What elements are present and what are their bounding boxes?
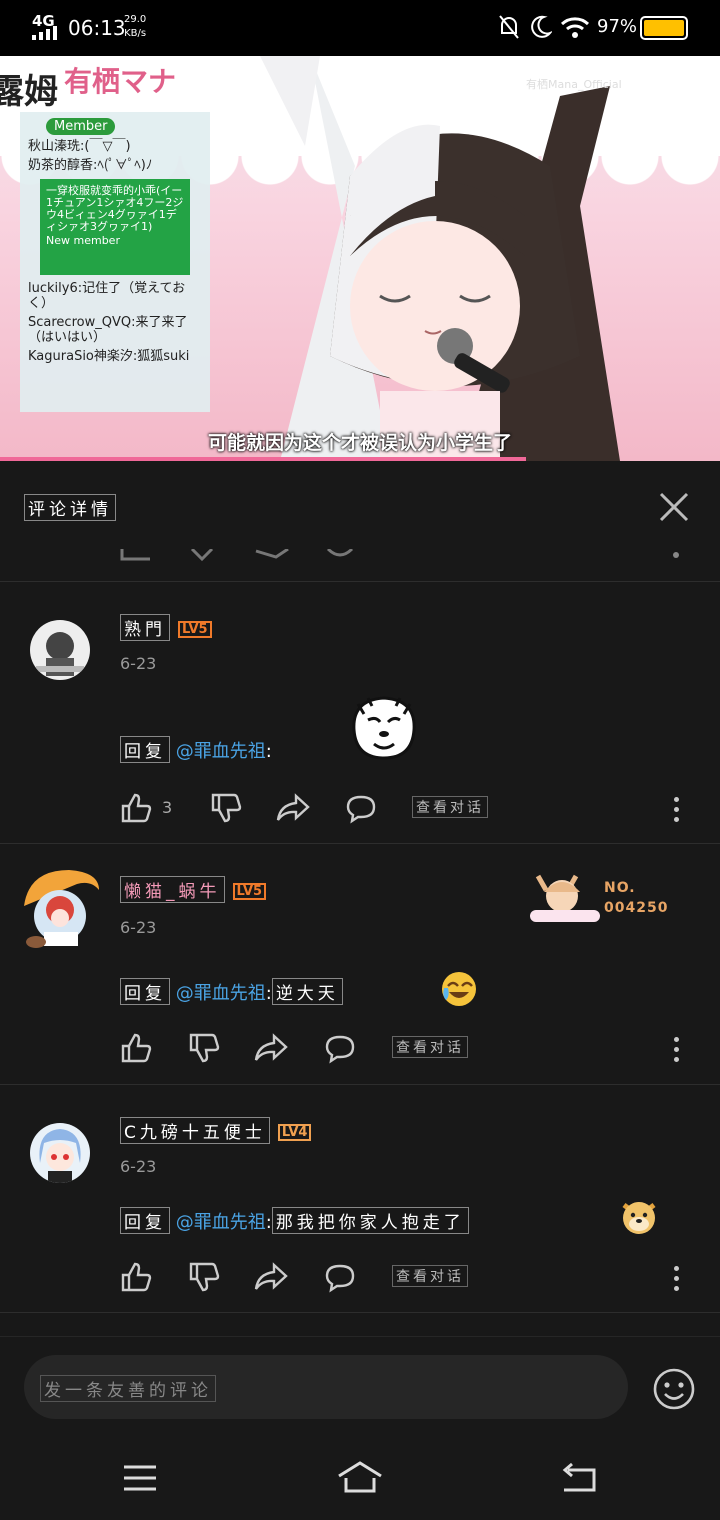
reply-icon[interactable]: [324, 1032, 356, 1064]
vtuber-character-image: [260, 56, 620, 461]
comment-date: 6-23: [120, 918, 157, 937]
close-icon[interactable]: [656, 489, 692, 525]
more-options-icon[interactable]: [674, 1037, 680, 1067]
like-count: 3: [162, 798, 173, 817]
reply-icon[interactable]: [345, 792, 377, 824]
mention-link[interactable]: @罪血先祖: [176, 1212, 266, 1233]
fan-nameplate: NO. 004250: [524, 866, 684, 926]
chat-line: 秋山溱珗:(￣▽￣): [28, 139, 131, 154]
comment-item: 懒猫_蜗牛LV5 NO. 004250 6-23 回复 @罪血先祖:逆大天: [0, 844, 720, 1084]
more-options-icon[interactable]: [674, 797, 680, 827]
wifi-icon: [560, 17, 590, 38]
username[interactable]: C九磅十五便士 LV4: [120, 1117, 312, 1144]
comment-input-bar: 发一条友善的评论: [0, 1336, 720, 1430]
mute-bell-icon: [499, 15, 519, 39]
divider: [0, 1312, 720, 1313]
dislike-icon[interactable]: [210, 792, 242, 824]
system-nav-bar: [0, 1430, 720, 1520]
stream-name-text: 露姆: [0, 72, 58, 112]
member-badge: Member: [46, 118, 116, 135]
panel-title: 评论详情: [24, 494, 116, 521]
comment-date: 6-23: [120, 654, 157, 673]
comment-date: 6-23: [120, 1157, 157, 1176]
reply-icon[interactable]: [324, 1261, 356, 1293]
emoji-icon[interactable]: [652, 1367, 696, 1411]
watermark: 有栖Mana_Official: [526, 78, 622, 91]
network-speed: 29.0 KB/s: [124, 14, 147, 39]
home-icon[interactable]: [336, 1460, 384, 1494]
level-badge: LV5: [178, 621, 212, 638]
comment-body: 回复 @罪血先祖: 那我把你家人抱走了: [120, 1207, 469, 1234]
view-conversation-link[interactable]: 查看对话: [412, 796, 488, 818]
video-player[interactable]: 露姆 有栖マナ 有栖Mana_Official Member 秋山溱珗:(￣▽￣…: [0, 56, 720, 461]
comment-detail-header: 评论详情: [0, 461, 720, 549]
avatar[interactable]: [30, 620, 90, 680]
comment-actions: 查看对话: [120, 1261, 700, 1295]
clock: 06:13: [68, 16, 126, 40]
scrolled-action-row: [0, 549, 720, 581]
doge-emoji: [622, 1202, 656, 1234]
comment-item: 熟門 LV5 6-23 回复 @罪血先祖: 3 查看对话: [0, 582, 720, 844]
dislike-icon[interactable]: [188, 1032, 220, 1064]
chat-line: 奶茶的醇香:ﾍ(ﾟ∀ﾟﾍ)ﾉ: [28, 158, 153, 173]
battery-icon: [640, 16, 688, 40]
comment-actions: 查看对话: [120, 1032, 700, 1066]
avatar[interactable]: [14, 866, 104, 952]
comment-input-placeholder: 发一条友善的评论: [40, 1375, 216, 1402]
fan-badge-character-icon: [530, 874, 600, 922]
like-icon[interactable]: [120, 1261, 152, 1293]
like-icon[interactable]: [120, 1032, 152, 1064]
nameplate-label: NO.: [604, 880, 636, 896]
comment-input[interactable]: 发一条友善的评论: [24, 1355, 628, 1419]
chat-line: Scarecrow_QVQ:来了来了（はいはい）: [28, 315, 188, 345]
comment-body: 回复 @罪血先祖: 逆大天: [120, 978, 343, 1005]
more-options-icon[interactable]: [674, 1266, 680, 1296]
share-icon[interactable]: [254, 1032, 288, 1064]
chat-line: KaguraSio神楽汐:狐狐suki: [28, 349, 190, 364]
mention-link[interactable]: @罪血先祖: [176, 741, 266, 762]
comment-body: 回复 @罪血先祖:: [120, 736, 272, 763]
status-bar: 4G 06:13 29.0 KB/s 97%: [0, 0, 720, 56]
dislike-icon[interactable]: [188, 1261, 220, 1293]
cat-sticker: [352, 696, 416, 760]
channel-logo: 有栖マナ: [64, 65, 177, 98]
moon-icon: [531, 15, 552, 38]
back-icon[interactable]: [560, 1462, 598, 1492]
battery-percent: 97%: [597, 16, 638, 37]
live-chat-overlay: Member 秋山溱珗:(￣▽￣) 奶茶的醇香:ﾍ(ﾟ∀ﾟﾍ)ﾉ 一穿校服就变乖…: [20, 112, 210, 412]
video-subtitle: 可能就因为这个才被误认为小学生了: [207, 432, 512, 454]
laugh-cry-emoji: [442, 972, 476, 1006]
signal-icon: [32, 26, 57, 40]
view-conversation-link[interactable]: 查看对话: [392, 1265, 468, 1287]
comment-item: C九磅十五便士 LV4 6-23 回复 @罪血先祖: 那我把你家人抱走了 查看对话: [0, 1085, 720, 1313]
share-icon[interactable]: [254, 1261, 288, 1293]
username[interactable]: 熟門 LV5: [120, 614, 212, 641]
nameplate-number: 004250: [604, 900, 669, 916]
view-conversation-link[interactable]: 查看对话: [392, 1036, 468, 1058]
level-badge: LV4: [277, 1124, 312, 1141]
level-badge: LV5: [232, 883, 267, 900]
like-icon[interactable]: [120, 792, 152, 824]
avatar[interactable]: [30, 1123, 90, 1183]
chat-line: luckily6:记住了（覚えておく）: [28, 281, 186, 311]
username[interactable]: 懒猫_蜗牛 LV5: [120, 876, 267, 903]
new-member-card: 一穿校服就变乖的小乖(イー1チュアン1シァオ4フー2ジウ4ビィェン4グヮァイ1デ…: [40, 179, 190, 275]
mention-link[interactable]: @罪血先祖: [176, 983, 266, 1004]
share-icon[interactable]: [276, 792, 310, 824]
comment-actions: 3 查看对话: [120, 792, 700, 826]
menu-icon[interactable]: [122, 1464, 158, 1492]
